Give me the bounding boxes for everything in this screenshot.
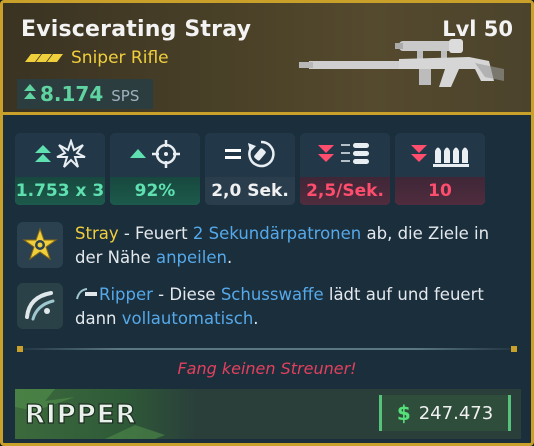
stat-damage-value: 1.753 x 3 — [15, 177, 105, 205]
item-footer: RIPPER $ 247.473 — [15, 389, 521, 439]
stat-reload-value: 2,0 Sek. — [205, 177, 295, 205]
perk-stray: Stray - Feuert 2 Sekundärpatronen ab, di… — [17, 222, 515, 270]
stat-damage: 1.753 x 3 — [15, 133, 105, 205]
weapon-type: Sniper Rifle — [71, 48, 169, 68]
fire-rate-icon — [341, 143, 369, 164]
dollar-icon: $ — [396, 401, 411, 425]
stats-row: 1.753 x 3 92% 2,0 Sek. 2,5/Sek. 10 — [15, 133, 485, 205]
ripper-small-icon — [76, 288, 97, 300]
item-card: Eviscerating Stray Lvl 50 Sniper Rifle 8… — [0, 0, 534, 446]
trend-up-icon — [130, 149, 146, 158]
stat-magazine: 10 — [395, 133, 485, 205]
item-level: Lvl 50 — [442, 17, 513, 41]
flavor-text: Fang keinen Streuner! — [177, 359, 357, 378]
sniper-rifle-image — [299, 39, 509, 103]
sps-value: 8.174 — [40, 82, 104, 106]
keyword-full-auto: vollautomatisch — [121, 309, 254, 328]
sps-box: 8.174 SPS — [17, 79, 153, 109]
item-name: Eviscerating Stray — [21, 17, 252, 42]
divider-dot — [17, 346, 23, 352]
ripper-perk-icon — [17, 283, 63, 329]
stat-fire-rate: 2,5/Sek. — [300, 133, 390, 205]
stat-magazine-value: 10 — [395, 177, 485, 205]
stat-reload: 2,0 Sek. — [205, 133, 295, 205]
crosshair-icon — [152, 140, 180, 168]
manufacturer-logo: RIPPER — [25, 400, 137, 430]
stat-accuracy: 92% — [110, 133, 200, 205]
stat-accuracy-value: 92% — [110, 177, 200, 205]
trend-down-icon — [318, 145, 334, 162]
perk-stray-title: Stray — [75, 224, 119, 243]
item-header: Eviscerating Stray Lvl 50 Sniper Rifle 8… — [3, 3, 531, 115]
trend-down-icon — [411, 145, 427, 162]
damage-burst-icon — [56, 139, 86, 168]
section-divider — [17, 346, 517, 352]
perk-ripper-description: Ripper - Diese Schusswaffe lädt auf und … — [75, 285, 484, 328]
ammo-icon — [433, 147, 469, 167]
keyword-secondary-rounds: 2 Sekundärpatronen — [192, 224, 362, 243]
manufacturer-banner: RIPPER — [15, 389, 195, 439]
stray-perk-icon — [17, 222, 63, 268]
keyword-firearm: Schusswaffe — [220, 285, 324, 304]
rarity-chevrons-icon — [25, 52, 63, 64]
trend-up-icon — [23, 83, 37, 105]
trend-up-icon — [35, 145, 51, 162]
divider-dot — [511, 346, 517, 352]
perk-ripper-title: Ripper — [99, 285, 153, 304]
rarity-row: Sniper Rifle — [25, 48, 169, 68]
equal-icon — [225, 149, 241, 159]
reload-icon — [248, 140, 275, 168]
perk-ripper: Ripper - Diese Schusswaffe lädt auf und … — [17, 283, 515, 331]
price-value: 247.473 — [418, 402, 494, 424]
stat-fire-rate-value: 2,5/Sek. — [300, 177, 390, 205]
perk-stray-description: Stray - Feuert 2 Sekundärpatronen ab, di… — [75, 224, 490, 267]
sps-unit: SPS — [111, 86, 140, 105]
keyword-target: anpeilen — [155, 248, 227, 267]
price-box: $ 247.473 — [379, 395, 511, 431]
